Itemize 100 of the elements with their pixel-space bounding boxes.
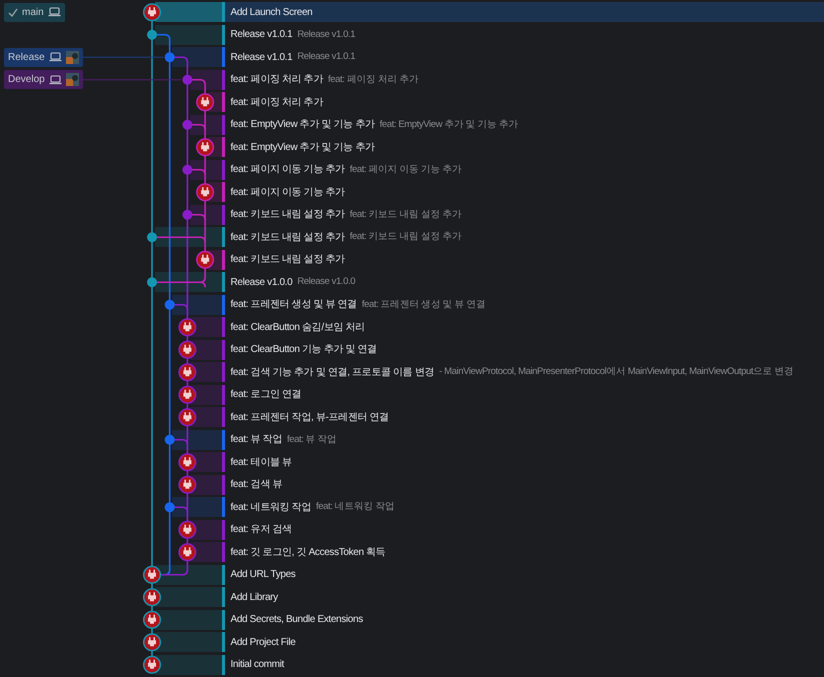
avatar-icon[interactable] bbox=[196, 93, 214, 112]
commit-description: Release v1.0.1 bbox=[297, 28, 356, 42]
commit-message: Initial commit bbox=[230, 658, 284, 672]
commit-dot[interactable] bbox=[182, 164, 192, 175]
commit-row[interactable]: feat: 키보드 내림 설정 추가 feat: 키보드 내림 설정 추가 bbox=[224, 204, 824, 225]
commit-row[interactable]: feat: 깃 로그인, 깃 AccessToken 획득 bbox=[224, 542, 824, 562]
commit-description: feat: 페이징 처리 추가 bbox=[328, 72, 418, 87]
commit-dot[interactable] bbox=[164, 502, 175, 512]
commit-message: feat: 테이블 뷰 bbox=[230, 456, 292, 470]
commit-row[interactable]: feat: 페이지 이동 기능 추가 feat: 페이지 이동 기능 추가 bbox=[224, 160, 824, 180]
commit-row[interactable]: feat: 뷰 작업 feat: 뷰 작업 bbox=[224, 430, 824, 450]
avatar-icon[interactable] bbox=[196, 250, 214, 269]
commit-row[interactable]: feat: 네트워킹 작업 feat: 네트워킹 작업 bbox=[224, 497, 824, 518]
commit-message: feat: ClearButton 기능 추가 및 연결 bbox=[230, 343, 377, 358]
commit-description: feat: 프레젠터 생성 및 뷰 연결 bbox=[362, 298, 486, 312]
commit-row[interactable]: feat: 페이지 이동 기능 추가 bbox=[224, 182, 824, 202]
commit-message: Release v1.0.0 bbox=[230, 276, 292, 290]
commit-row[interactable]: feat: 검색 뷰 bbox=[224, 474, 824, 495]
avatar-icon[interactable] bbox=[178, 543, 196, 562]
commit-message: feat: 페이징 처리 추가 bbox=[230, 96, 324, 110]
commit-row[interactable]: Add Launch Screen bbox=[224, 2, 824, 22]
commit-dot[interactable] bbox=[182, 74, 192, 85]
row-highlight bbox=[154, 587, 222, 608]
avatar-icon[interactable] bbox=[143, 610, 161, 629]
commit-row[interactable]: Add Library bbox=[224, 587, 824, 608]
commit-message: Release v1.0.1 bbox=[230, 28, 292, 42]
commit-message: Add URL Types bbox=[230, 568, 296, 582]
commit-row[interactable]: feat: ClearButton 숨김/보임 처리 bbox=[224, 317, 824, 338]
avatar-icon[interactable] bbox=[196, 183, 214, 202]
laptop-icon bbox=[48, 52, 62, 62]
commit-row[interactable]: feat: EmptyView 추가 및 기능 추가 bbox=[224, 137, 824, 158]
commit-description: feat: 키보드 내림 설정 추가 bbox=[350, 208, 462, 222]
commit-row[interactable]: Release v1.0.1 Release v1.0.1 bbox=[224, 47, 824, 68]
commit-message: feat: EmptyView 추가 및 기능 추가 bbox=[230, 118, 375, 132]
avatar-icon[interactable] bbox=[178, 363, 196, 382]
commit-description: feat: 네트워킹 작업 bbox=[316, 500, 395, 514]
commit-message: Release v1.0.1 bbox=[230, 50, 292, 65]
commit-row[interactable]: feat: ClearButton 기능 추가 및 연결 bbox=[224, 340, 824, 360]
commit-row[interactable]: feat: 테이블 뷰 bbox=[224, 452, 824, 472]
commit-dot[interactable] bbox=[147, 30, 157, 40]
commit-row[interactable]: feat: 키보드 내림 설정 추가 feat: 키보드 내림 설정 추가 bbox=[224, 227, 824, 248]
avatar-icon[interactable] bbox=[178, 520, 196, 539]
commit-row[interactable]: Release v1.0.1 Release v1.0.1 bbox=[224, 24, 824, 45]
commit-message: feat: 키보드 내림 설정 추가 bbox=[230, 230, 345, 245]
avatar-icon[interactable] bbox=[178, 453, 196, 472]
row-highlight bbox=[154, 610, 222, 630]
avatar-icon[interactable] bbox=[178, 476, 196, 494]
commit-row[interactable]: Add Secrets, Bundle Extensions bbox=[224, 610, 824, 630]
avatar-icon[interactable] bbox=[178, 386, 196, 404]
row-highlight bbox=[190, 70, 222, 90]
commit-row[interactable]: Release v1.0.0 Release v1.0.0 bbox=[224, 272, 824, 292]
commit-message: feat: 네트워킹 작업 bbox=[230, 500, 311, 515]
avatar-icon[interactable] bbox=[196, 138, 214, 156]
row-highlight bbox=[172, 430, 222, 450]
commit-message: feat: 프레젠터 생성 및 뷰 연결 bbox=[230, 298, 357, 312]
commit-row[interactable]: feat: 페이징 처리 추가 feat: 페이징 처리 추가 bbox=[224, 70, 824, 90]
commit-message: Add Launch Screen bbox=[230, 6, 312, 20]
avatar-icon[interactable] bbox=[143, 656, 161, 674]
avatar-icon[interactable] bbox=[143, 566, 161, 584]
commit-dot[interactable] bbox=[164, 52, 175, 62]
commit-message: feat: 페이지 이동 기능 추가 bbox=[230, 186, 345, 200]
commit-row[interactable]: feat: 로그인 연결 bbox=[224, 384, 824, 405]
commit-row[interactable]: feat: 페이징 처리 추가 bbox=[224, 92, 824, 112]
avatar-icon[interactable] bbox=[178, 340, 196, 359]
commit-message: feat: 검색 기능 추가 및 연결, 프로토콜 이름 변경 bbox=[230, 366, 434, 380]
avatar-icon[interactable] bbox=[143, 588, 161, 606]
branch-label[interactable]: Release bbox=[4, 48, 83, 67]
commit-message: feat: 키보드 내림 설정 추가 bbox=[230, 253, 345, 268]
commit-row[interactable]: feat: 유저 검색 bbox=[224, 520, 824, 540]
commit-row[interactable]: Initial commit bbox=[224, 654, 824, 675]
commit-dot[interactable] bbox=[182, 120, 192, 130]
commit-message: Add Secrets, Bundle Extensions bbox=[230, 613, 363, 628]
commit-dot[interactable] bbox=[182, 210, 192, 220]
commit-row[interactable]: Add Project File bbox=[224, 632, 824, 652]
avatar-icon[interactable] bbox=[178, 318, 196, 336]
commit-row[interactable]: feat: 프레젠터 작업, 뷰-프레젠터 연결 bbox=[224, 407, 824, 428]
row-highlight bbox=[154, 2, 222, 22]
commit-dot[interactable] bbox=[147, 277, 157, 288]
commit-row[interactable]: Add URL Types bbox=[224, 564, 824, 585]
commit-row[interactable]: feat: 프레젠터 생성 및 뷰 연결 feat: 프레젠터 생성 및 뷰 연결 bbox=[224, 294, 824, 315]
commit-message: feat: 페이지 이동 기능 추가 bbox=[230, 163, 345, 178]
commit-description: Release v1.0.0 bbox=[297, 275, 356, 290]
avatar-icon[interactable] bbox=[178, 408, 196, 426]
avatar-icon[interactable] bbox=[143, 3, 161, 22]
commit-message: feat: 프레젠터 작업, 뷰-프레젠터 연결 bbox=[230, 410, 389, 425]
commit-description: Release v1.0.1 bbox=[297, 50, 356, 64]
commit-message: feat: ClearButton 숨김/보임 처리 bbox=[230, 320, 365, 335]
commit-message: Add Project File bbox=[230, 636, 296, 650]
branch-label[interactable]: main bbox=[4, 2, 65, 22]
commit-dot[interactable] bbox=[164, 434, 175, 445]
row-highlight bbox=[172, 47, 222, 68]
avatar-icon[interactable] bbox=[143, 633, 161, 652]
commit-row[interactable]: feat: EmptyView 추가 및 기능 추가 feat: EmptyView 추가 및 기능 추가 bbox=[224, 114, 824, 135]
commit-dot[interactable] bbox=[147, 232, 157, 242]
commit-dot[interactable] bbox=[164, 300, 175, 310]
row-highlight bbox=[154, 654, 222, 675]
commit-row[interactable]: feat: 검색 기능 추가 및 연결, 프로토콜 이름 변경 - MainViewProtocol, MainPresenterProtocol에서 MainViewInput, MainViewOutput으로 변경 bbox=[224, 362, 824, 382]
laptop-icon bbox=[48, 7, 61, 18]
branch-label[interactable]: Develop bbox=[4, 70, 83, 90]
commit-row[interactable]: feat: 키보드 내림 설정 추가 bbox=[224, 250, 824, 270]
